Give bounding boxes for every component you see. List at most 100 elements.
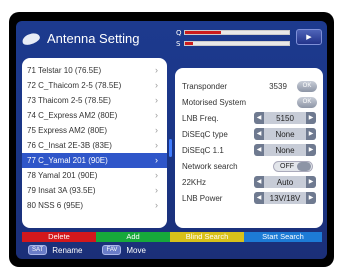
toggle-knob	[297, 161, 311, 171]
22khz-label: 22KHz	[182, 177, 207, 187]
color-button-bar: Delete Add Blind Search Start Search	[22, 232, 322, 242]
quality-meter: Q	[176, 28, 290, 37]
lnb-freq-value: 5150	[276, 113, 294, 123]
diseqc-type-selector[interactable]: ◀ None ▶	[254, 128, 316, 140]
satellite-name: 80 NSS 6 (95E)	[27, 201, 84, 210]
strength-meter: S	[176, 39, 290, 48]
chevron-right-icon: ›	[155, 200, 158, 210]
motorised-system-label: Motorised System	[182, 97, 247, 107]
chevron-right-icon: ›	[155, 110, 158, 120]
signal-meters: Q S	[176, 28, 290, 50]
sat-key-badge[interactable]: SAT	[28, 245, 48, 255]
satellite-list-item[interactable]: 72 C_Thaicom 2-5 (78.5E) ›	[22, 78, 167, 93]
satellite-list-item[interactable]: 78 Yamal 201 (90E) ›	[22, 168, 167, 183]
transponder-label: Transponder	[182, 81, 228, 91]
quality-bar-fill	[185, 31, 222, 34]
network-search-value: OFF	[280, 162, 294, 170]
motorised-ok-button[interactable]: OK	[297, 96, 317, 108]
antenna-settings-panel: Transponder 3539 OK Motorised System OK …	[175, 68, 323, 228]
start-search-button[interactable]: Start Search	[244, 232, 322, 242]
network-search-row[interactable]: Network search OFF	[175, 158, 323, 174]
satellite-name: 79 Insat 3A (93.5E)	[27, 186, 96, 195]
chevron-right-icon[interactable]: ▶	[306, 112, 316, 124]
diseqc-type-label: DiSEqC type	[182, 129, 228, 139]
satellite-name: 71 Telstar 10 (76.5E)	[27, 66, 102, 75]
page-title: Antenna Setting	[47, 31, 140, 46]
network-search-toggle[interactable]: OFF	[273, 160, 313, 172]
strength-bar-fill	[185, 42, 194, 45]
chevron-left-icon[interactable]: ◀	[254, 176, 264, 188]
satellite-list-item[interactable]: 71 Telstar 10 (76.5E) ›	[22, 63, 167, 78]
lnb-power-selector[interactable]: ◀ 13V/18V ▶	[254, 192, 316, 204]
lnb-power-label: LNB Power	[182, 193, 223, 203]
rename-hint: Rename	[52, 245, 83, 255]
satellite-list-item[interactable]: 73 Thaicom 2-5 (78.5E) ›	[22, 93, 167, 108]
diseqc-type-value: None	[275, 129, 295, 139]
chevron-right-icon: ›	[155, 65, 158, 75]
satellite-list-item[interactable]: 74 C_Express AM2 (80E) ›	[22, 108, 167, 123]
satellite-name: 78 Yamal 201 (90E)	[27, 171, 98, 180]
list-scrollbar[interactable]	[169, 139, 172, 157]
title-area: Antenna Setting	[20, 30, 140, 47]
diseqc-11-row[interactable]: DiSEqC 1.1 ◀ None ▶	[175, 142, 323, 158]
satellite-name: 73 Thaicom 2-5 (78.5E)	[27, 96, 111, 105]
satellite-name: 76 C_Insat 2E-3B (83E)	[27, 141, 112, 150]
motorised-system-row[interactable]: Motorised System OK	[175, 94, 323, 110]
diseqc-11-selector[interactable]: ◀ None ▶	[254, 144, 316, 156]
satellite-list-item[interactable]: 75 Express AM2 (80E) ›	[22, 123, 167, 138]
network-search-label: Network search	[182, 161, 238, 171]
satellite-list-item[interactable]: 77 C_Yamal 201 (90E) ›	[22, 153, 167, 168]
22khz-row[interactable]: 22KHz ◀ Auto ▶	[175, 174, 323, 190]
strength-label: S	[176, 39, 181, 48]
chevron-right-icon: ›	[155, 170, 158, 180]
chevron-left-icon[interactable]: ◀	[254, 192, 264, 204]
satellite-list-item[interactable]: 76 C_Insat 2E-3B (83E) ›	[22, 138, 167, 153]
move-hint: Move	[126, 245, 146, 255]
antenna-setting-screen: Antenna Setting Q S ▶ 71 Telstar 10 (76.…	[16, 21, 327, 259]
chevron-right-icon[interactable]: ▶	[306, 128, 316, 140]
blind-search-button[interactable]: Blind Search	[170, 232, 244, 242]
tv-bezel: Antenna Setting Q S ▶ 71 Telstar 10 (76.…	[9, 12, 334, 267]
fav-key-badge[interactable]: FAV	[102, 245, 122, 255]
lnb-power-value: 13V/18V	[269, 193, 301, 203]
quality-label: Q	[176, 28, 182, 37]
chevron-right-icon: ›	[155, 155, 158, 165]
transponder-value: 3539	[269, 81, 287, 91]
satellite-dish-icon	[20, 30, 42, 47]
chevron-right-icon: ›	[155, 125, 158, 135]
chevron-left-icon[interactable]: ◀	[254, 128, 264, 140]
22khz-selector[interactable]: ◀ Auto ▶	[254, 176, 316, 188]
diseqc-type-row[interactable]: DiSEqC type ◀ None ▶	[175, 126, 323, 142]
satellite-list-item[interactable]: 80 NSS 6 (95E) ›	[22, 198, 167, 213]
chevron-right-icon: ›	[155, 140, 158, 150]
lnb-freq-selector[interactable]: ◀ 5150 ▶	[254, 112, 316, 124]
chevron-right-icon: ›	[155, 185, 158, 195]
22khz-value: Auto	[276, 177, 294, 187]
chevron-left-icon[interactable]: ◀	[254, 144, 264, 156]
chevron-left-icon[interactable]: ◀	[254, 112, 264, 124]
add-button[interactable]: Add	[96, 232, 170, 242]
transponder-ok-button[interactable]: OK	[297, 80, 317, 92]
key-hints: SAT Rename FAV Move	[28, 245, 166, 255]
satellite-name: 77 C_Yamal 201 (90E)	[27, 156, 108, 165]
transponder-row[interactable]: Transponder 3539 OK	[175, 78, 323, 94]
menu-button[interactable]: ▶	[296, 29, 322, 45]
strength-bar	[184, 41, 290, 46]
play-arrow-icon: ▶	[306, 33, 312, 41]
lnb-freq-label: LNB Freq.	[182, 113, 219, 123]
delete-button[interactable]: Delete	[22, 232, 96, 242]
quality-bar	[184, 30, 290, 35]
lnb-freq-row[interactable]: LNB Freq. ◀ 5150 ▶	[175, 110, 323, 126]
diseqc-11-value: None	[275, 145, 295, 155]
lnb-power-row[interactable]: LNB Power ◀ 13V/18V ▶	[175, 190, 323, 206]
chevron-right-icon[interactable]: ▶	[306, 144, 316, 156]
header: Antenna Setting Q S ▶	[16, 21, 327, 61]
satellite-list-item[interactable]: 79 Insat 3A (93.5E) ›	[22, 183, 167, 198]
satellite-list[interactable]: 71 Telstar 10 (76.5E) › 72 C_Thaicom 2-5 (…	[22, 58, 167, 228]
chevron-right-icon[interactable]: ▶	[306, 176, 316, 188]
chevron-right-icon: ›	[155, 95, 158, 105]
chevron-right-icon: ›	[155, 80, 158, 90]
chevron-right-icon[interactable]: ▶	[306, 192, 316, 204]
satellite-name: 75 Express AM2 (80E)	[27, 126, 108, 135]
diseqc-11-label: DiSEqC 1.1	[182, 145, 224, 155]
